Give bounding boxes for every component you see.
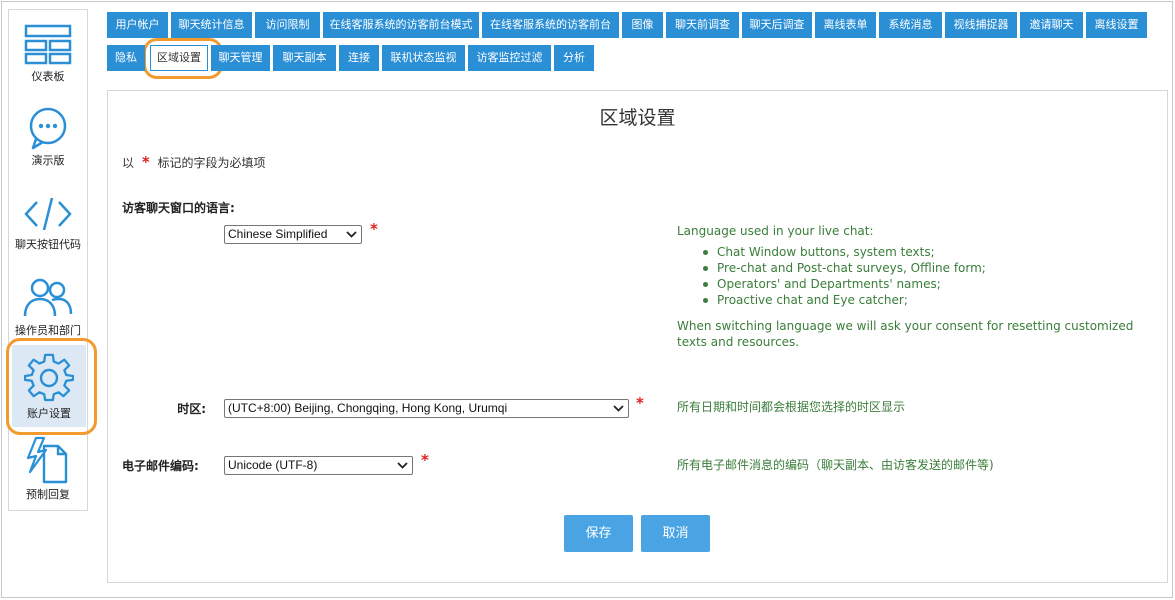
save-button[interactable]: 保存 [564,515,633,552]
list-item: Pre-chat and Post-chat surveys, Offline … [703,260,1152,276]
sidebar-item-demo[interactable]: 演示版 [9,106,87,184]
list-item: Operators' and Departments' names; [703,276,1152,292]
language-label: 访客聊天窗口的语言: [122,201,235,215]
language-help-list: Chat Window buttons, system texts; Pre-c… [677,244,1152,308]
tab-privacy[interactable]: 隐私 [107,45,145,71]
sidebar-item-label: 仪表板 [31,70,65,83]
tab-locale-settings[interactable]: 区域设置 [150,45,208,71]
tab-chat-transcripts[interactable]: 聊天副本 [273,45,336,71]
tab-offline-settings[interactable]: 离线设置 [1086,12,1147,38]
chevron-down-icon [397,462,408,469]
required-star: * [421,451,429,469]
cancel-button[interactable]: 取消 [641,515,710,552]
dashboard-icon [24,24,72,65]
code-icon [24,197,72,231]
sidebar-item-chat-button-code[interactable]: 聊天按钮代码 [9,194,87,270]
tab-user-account[interactable]: 用户帐户 [107,12,168,38]
sidebar-item-account-settings[interactable]: 账户设置 [12,345,86,427]
tab-pre-chat-survey[interactable]: 聊天前调查 [666,12,739,38]
chat-bubble-icon [29,107,67,150]
sidebar-item-canned-replies[interactable]: 预制回复 [9,436,87,506]
locale-settings-panel: 区域设置 以 * 标记的字段为必填项 访客聊天窗口的语言: Chinese Si… [107,90,1168,583]
users-icon [23,278,73,317]
tab-images[interactable]: 图像 [622,12,663,38]
tab-chat-management[interactable]: 聊天管理 [211,45,270,71]
required-note: 以 * 标记的字段为必填项 [122,153,266,171]
email-encoding-label: 电子邮件编码: [122,459,199,473]
tab-connection[interactable]: 连接 [339,45,379,71]
sidebar: 仪表板 演示版 聊天按钮代码 操作员和部门 账户设置 预制回复 [8,9,88,511]
gear-icon [24,353,74,402]
timezone-help: 所有日期和时间都会根据您选择的时区显示 [677,400,906,414]
required-star: * [370,220,378,238]
language-help: Language used in your live chat: Chat Wi… [677,224,1152,350]
tab-chat-invitation[interactable]: 邀请聊天 [1020,12,1083,38]
tab-offline-form[interactable]: 离线表单 [815,12,876,38]
tab-visitor-monitor-filter[interactable]: 访客监控过滤 [468,45,551,71]
email-encoding-select[interactable]: Unicode (UTF-8) [224,456,413,475]
tab-online-status-monitor[interactable]: 联机状态监视 [382,45,465,71]
tab-visitor-frontend-mode[interactable]: 在线客服系统的访客前台模式 [323,12,479,38]
list-item: Chat Window buttons, system texts; [703,244,1152,260]
required-star: * [636,394,644,412]
timezone-label: 时区: [177,402,206,416]
tab-visitor-frontend[interactable]: 在线客服系统的访客前台 [482,12,619,38]
required-star: * [141,153,150,171]
email-encoding-help: 所有电子邮件消息的编码（聊天副本、由访客发送的邮件等) [677,458,994,472]
sidebar-item-dashboard[interactable]: 仪表板 [9,24,87,100]
tab-eye-catcher[interactable]: 视线捕捉器 [945,12,1017,38]
page-title: 区域设置 [599,107,676,129]
sidebar-item-label: 预制回复 [26,488,70,501]
tab-post-chat-survey[interactable]: 聊天后调查 [742,12,812,38]
sidebar-item-label: 聊天按钮代码 [15,238,81,251]
tab-access-restrictions[interactable]: 访问限制 [255,12,320,38]
sidebar-item-label: 操作员和部门 [15,324,81,337]
timezone-select[interactable]: (UTC+8:00) Beijing, Chongqing, Hong Kong… [224,399,629,418]
chevron-down-icon [613,405,624,412]
tab-analytics[interactable]: 分析 [554,45,594,71]
list-item: Proactive chat and Eye catcher; [703,292,1152,308]
canned-reply-icon [26,436,68,484]
tab-chat-statistics[interactable]: 聊天统计信息 [171,12,252,38]
tab-system-messages[interactable]: 系统消息 [879,12,942,38]
sidebar-item-operators[interactable]: 操作员和部门 [9,276,87,356]
sidebar-item-label: 账户设置 [27,407,71,420]
sidebar-item-label: 演示版 [31,154,65,167]
language-select[interactable]: Chinese Simplified [224,225,362,244]
chevron-down-icon [346,231,357,238]
